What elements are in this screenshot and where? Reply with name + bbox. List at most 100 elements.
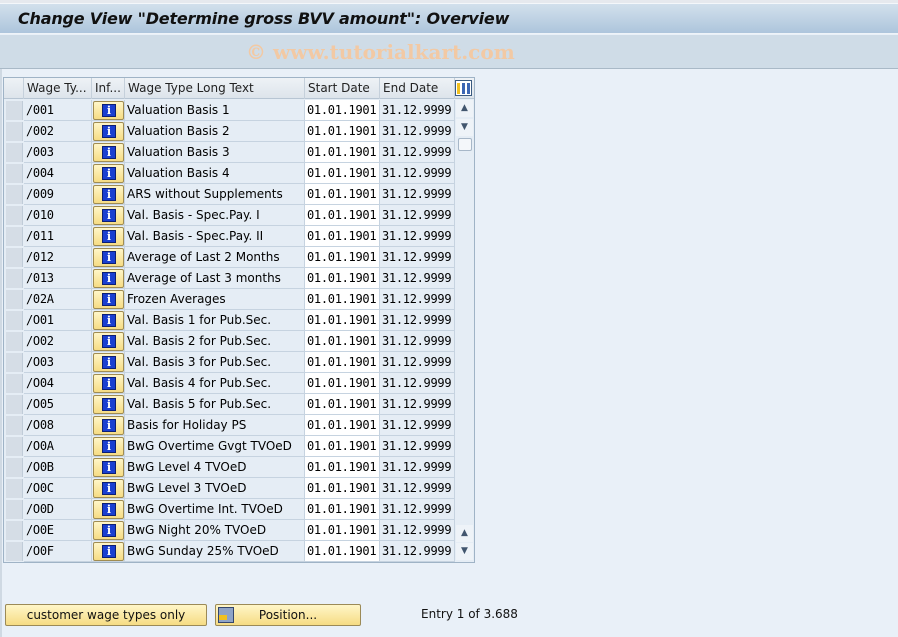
table-row[interactable]: /004 i Valuation Basis 4 01.01.1901 31.12.99… xyxy=(4,163,455,184)
start-date-cell[interactable]: 01.01.1901 xyxy=(305,205,380,226)
position-button[interactable]: Position... xyxy=(215,604,361,626)
start-date-cell[interactable]: 01.01.1901 xyxy=(305,310,380,331)
start-date-cell[interactable]: 01.01.1901 xyxy=(305,331,380,352)
scroll-down-bottom-button[interactable]: ▼ xyxy=(456,543,473,560)
row-selector[interactable] xyxy=(6,500,23,519)
info-button[interactable]: i xyxy=(93,290,124,309)
table-row[interactable]: /002 i Valuation Basis 2 01.01.1901 31.12.99… xyxy=(4,121,455,142)
start-date-cell[interactable]: 01.01.1901 xyxy=(305,289,380,310)
table-row[interactable]: /O03 i Val. Basis 3 for Pub.Sec. 01.01.1901… xyxy=(4,352,455,373)
row-selector[interactable] xyxy=(6,143,23,162)
table-row[interactable]: /O0E i BwG Night 20% TVOeD 01.01.1901 31.12.… xyxy=(4,520,455,541)
info-button[interactable]: i xyxy=(93,437,124,456)
row-selector[interactable] xyxy=(6,437,23,456)
row-selector[interactable] xyxy=(6,185,23,204)
info-button[interactable]: i xyxy=(93,458,124,477)
start-date-cell[interactable]: 01.01.1901 xyxy=(305,268,380,289)
start-date-cell[interactable]: 01.01.1901 xyxy=(305,184,380,205)
column-header-info[interactable]: Inf... xyxy=(92,78,125,99)
row-selector[interactable] xyxy=(6,542,23,561)
info-button[interactable]: i xyxy=(93,374,124,393)
info-button[interactable]: i xyxy=(93,101,124,120)
table-row[interactable]: /O0D i BwG Overtime Int. TVOeD 01.01.1901 31… xyxy=(4,499,455,520)
info-button[interactable]: i xyxy=(93,164,124,183)
info-button[interactable]: i xyxy=(93,206,124,225)
table-row[interactable]: /O0B i BwG Level 4 TVOeD 01.01.1901 31.12.99… xyxy=(4,457,455,478)
column-header-wage-type[interactable]: Wage Ty... xyxy=(24,78,92,99)
scroll-down-top-button[interactable]: ▼ xyxy=(456,119,473,136)
start-date-cell[interactable]: 01.01.1901 xyxy=(305,415,380,436)
start-date-cell[interactable]: 01.01.1901 xyxy=(305,373,380,394)
row-selector[interactable] xyxy=(6,269,23,288)
customer-wage-types-only-button[interactable]: customer wage types only xyxy=(5,604,207,626)
info-button[interactable]: i xyxy=(93,227,124,246)
start-date-cell[interactable]: 01.01.1901 xyxy=(305,247,380,268)
start-date-cell[interactable]: 01.01.1901 xyxy=(305,478,380,499)
info-button[interactable]: i xyxy=(93,248,124,267)
table-row[interactable]: /001 i Valuation Basis 1 01.01.1901 31.12.99… xyxy=(4,100,455,121)
start-date-cell[interactable]: 01.01.1901 xyxy=(305,436,380,457)
table-row[interactable]: /003 i Valuation Basis 3 01.01.1901 31.12.99… xyxy=(4,142,455,163)
table-row[interactable]: /02A i Frozen Averages 01.01.1901 31.12.9999 xyxy=(4,289,455,310)
info-button[interactable]: i xyxy=(93,311,124,330)
info-button[interactable]: i xyxy=(93,353,124,372)
info-button[interactable]: i xyxy=(93,416,124,435)
start-date-cell[interactable]: 01.01.1901 xyxy=(305,499,380,520)
vertical-scrollbar[interactable]: ▲ ▼ ▲ ▼ xyxy=(455,100,474,562)
column-header-end-date[interactable]: End Date xyxy=(380,78,455,99)
row-selector[interactable] xyxy=(6,290,23,309)
start-date-cell[interactable]: 01.01.1901 xyxy=(305,226,380,247)
start-date-cell[interactable]: 01.01.1901 xyxy=(305,163,380,184)
row-selector[interactable] xyxy=(6,227,23,246)
row-selector[interactable] xyxy=(6,332,23,351)
row-selector[interactable] xyxy=(6,164,23,183)
table-row[interactable]: /O02 i Val. Basis 2 for Pub.Sec. 01.01.1901… xyxy=(4,331,455,352)
column-header-start-date[interactable]: Start Date xyxy=(305,78,380,99)
scroll-up-top-button[interactable]: ▲ xyxy=(456,100,473,117)
start-date-cell[interactable]: 01.01.1901 xyxy=(305,121,380,142)
row-selector[interactable] xyxy=(6,395,23,414)
info-button[interactable]: i xyxy=(93,269,124,288)
table-row[interactable]: /O04 i Val. Basis 4 for Pub.Sec. 01.01.1901… xyxy=(4,373,455,394)
info-button[interactable]: i xyxy=(93,185,124,204)
table-row[interactable]: /O0A i BwG Overtime Gvgt TVOeD 01.01.1901 31… xyxy=(4,436,455,457)
start-date-cell[interactable]: 01.01.1901 xyxy=(305,394,380,415)
start-date-cell[interactable]: 01.01.1901 xyxy=(305,541,380,562)
start-date-cell[interactable]: 01.01.1901 xyxy=(305,352,380,373)
column-header-long-text[interactable]: Wage Type Long Text xyxy=(125,78,305,99)
table-row[interactable]: /O0F i BwG Sunday 25% TVOeD 01.01.1901 31.12… xyxy=(4,541,455,562)
table-row[interactable]: /O0C i BwG Level 3 TVOeD 01.01.1901 31.12.99… xyxy=(4,478,455,499)
table-row[interactable]: /010 i Val. Basis - Spec.Pay. I 01.01.1901 3… xyxy=(4,205,455,226)
table-row[interactable]: /012 i Average of Last 2 Months 01.01.1901 3… xyxy=(4,247,455,268)
scroll-up-bottom-button[interactable]: ▲ xyxy=(456,525,473,542)
start-date-cell[interactable]: 01.01.1901 xyxy=(305,457,380,478)
table-row[interactable]: /009 i ARS without Supplements 01.01.1901 31… xyxy=(4,184,455,205)
info-button[interactable]: i xyxy=(93,542,124,561)
row-selector[interactable] xyxy=(6,521,23,540)
row-selector[interactable] xyxy=(6,416,23,435)
row-selector[interactable] xyxy=(6,248,23,267)
info-button[interactable]: i xyxy=(93,332,124,351)
row-selector[interactable] xyxy=(6,458,23,477)
table-row[interactable]: /013 i Average of Last 3 months 01.01.1901 3… xyxy=(4,268,455,289)
select-all-cell[interactable] xyxy=(4,78,24,99)
info-button[interactable]: i xyxy=(93,143,124,162)
row-selector[interactable] xyxy=(6,374,23,393)
info-button[interactable]: i xyxy=(93,521,124,540)
scrollbar-thumb[interactable] xyxy=(458,138,472,151)
start-date-cell[interactable]: 01.01.1901 xyxy=(305,520,380,541)
table-row[interactable]: /O08 i Basis for Holiday PS 01.01.1901 31.12… xyxy=(4,415,455,436)
row-selector[interactable] xyxy=(6,479,23,498)
row-selector[interactable] xyxy=(6,101,23,120)
table-row[interactable]: /011 i Val. Basis - Spec.Pay. II 01.01.1901… xyxy=(4,226,455,247)
start-date-cell[interactable]: 01.01.1901 xyxy=(305,142,380,163)
row-selector[interactable] xyxy=(6,122,23,141)
row-selector[interactable] xyxy=(6,353,23,372)
info-button[interactable]: i xyxy=(93,122,124,141)
info-button[interactable]: i xyxy=(93,500,124,519)
table-row[interactable]: /O01 i Val. Basis 1 for Pub.Sec. 01.01.1901… xyxy=(4,310,455,331)
table-settings-icon[interactable] xyxy=(455,80,472,96)
row-selector[interactable] xyxy=(6,206,23,225)
info-button[interactable]: i xyxy=(93,479,124,498)
table-row[interactable]: /O05 i Val. Basis 5 for Pub.Sec. 01.01.1901… xyxy=(4,394,455,415)
